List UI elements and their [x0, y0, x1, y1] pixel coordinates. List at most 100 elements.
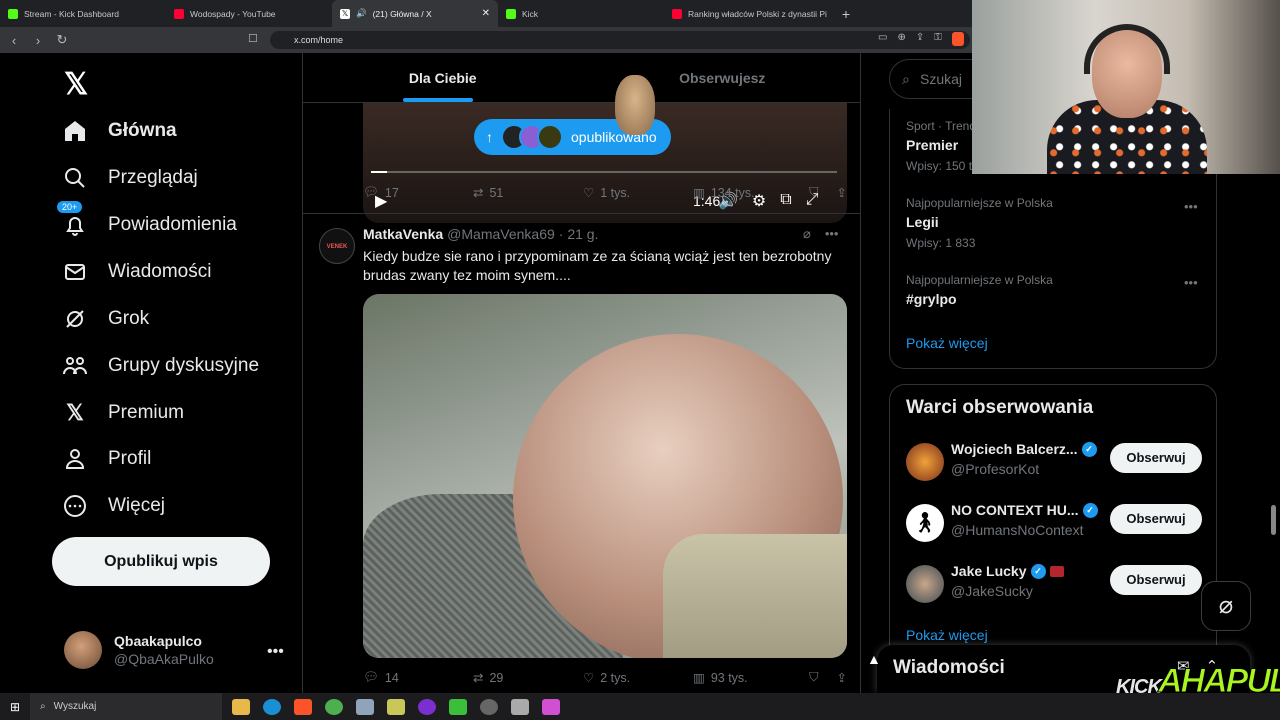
post-button[interactable]: Opublikuj wpis: [52, 537, 270, 586]
reload-icon[interactable]: ↻: [52, 32, 72, 48]
share-icon[interactable]: ⇪: [837, 185, 847, 200]
windows-start-icon[interactable]: ⊞: [0, 700, 30, 714]
app-icon[interactable]: [542, 698, 560, 715]
tweet-time[interactable]: · 21 g.: [559, 226, 599, 242]
more-dots-icon[interactable]: •••: [825, 226, 839, 242]
tweet-text: Kiedy budze sie rano i przypominam ze za…: [363, 248, 832, 283]
notification-badge: 20+: [56, 200, 84, 214]
avatar: [64, 631, 102, 669]
nav-item-more[interactable]: Więcej: [62, 486, 165, 526]
forward-icon[interactable]: ›: [28, 33, 48, 48]
heart-icon: ♡: [583, 671, 595, 685]
tab-for-you[interactable]: Dla Ciebie: [303, 53, 583, 102]
repost-button[interactable]: ⇄ 51: [473, 185, 583, 201]
settings-gear-icon[interactable]: [511, 698, 529, 715]
edge-icon[interactable]: [263, 698, 281, 715]
views-button[interactable]: ▥ 134 tys.: [693, 185, 807, 201]
share-icon[interactable]: ⇪: [916, 32, 924, 46]
like-button[interactable]: ♡ 2 tys.: [583, 670, 693, 686]
like-button[interactable]: ♡ 1 tys.: [583, 185, 693, 201]
webcam-overlay: [972, 0, 1280, 174]
chrome-icon[interactable]: [325, 698, 343, 715]
x-logo-icon[interactable]: 𝕏: [64, 67, 88, 102]
nav-item-profile[interactable]: Profil: [62, 439, 151, 479]
nav-label: Przeglądaj: [108, 167, 198, 188]
app-icon[interactable]: [356, 698, 374, 715]
tweet-actions: 💬︎ 14 ⇄ 29 ♡ 2 tys. ▥ 93 tys. ⛉ ⇪: [363, 670, 847, 685]
arrow-up-icon: ↑: [486, 129, 493, 145]
browser-tab[interactable]: Wodospady - YouTube: [166, 0, 332, 27]
trend-item[interactable]: Najpopularniejsze w Polska Legii Wpisy: …: [906, 196, 1053, 250]
close-tab-icon[interactable]: ✕: [482, 8, 490, 19]
follow-suggestion[interactable]: 🚶︎ NO CONTEXT HU... ✓ @HumansNoContext Ob…: [906, 502, 1206, 546]
avatar[interactable]: VENEK: [319, 228, 355, 264]
show-more-link[interactable]: Pokaż więcej: [906, 335, 988, 351]
views-button[interactable]: ▥ 93 tys.: [693, 670, 807, 686]
account-switcher[interactable]: Qbaakapulco @QbaAkaPulko: [64, 631, 214, 669]
url-field[interactable]: x.com/home: [270, 31, 970, 49]
browser-tab[interactable]: Ranking władców Polski z dynastii Pi: [664, 0, 834, 27]
more-dots-icon[interactable]: •••: [1184, 199, 1198, 214]
bookmark-icon[interactable]: ⛉: [809, 185, 818, 200]
repost-icon: ⇄: [473, 186, 484, 200]
brave-icon[interactable]: [294, 698, 312, 715]
suggestion-name: Jake Lucky: [951, 563, 1027, 579]
app-icon[interactable]: [480, 698, 498, 715]
reply-icon: 💬︎: [363, 185, 379, 199]
grok-icon: [62, 306, 88, 332]
follow-button[interactable]: Obserwuj: [1110, 504, 1202, 534]
suggestion-name: NO CONTEXT HU...: [951, 502, 1079, 518]
affiliate-badge-icon: [1049, 565, 1064, 577]
browser-tab[interactable]: Stream - Kick Dashboard: [0, 0, 166, 27]
tweet-author-handle[interactable]: @MamaVenka69: [447, 226, 555, 242]
chart-icon: ▥: [693, 186, 705, 200]
grok-floating-button[interactable]: ⌀: [1201, 581, 1251, 631]
video-progress-bar[interactable]: [371, 171, 837, 173]
follow-button[interactable]: Obserwuj: [1110, 443, 1202, 473]
show-more-link[interactable]: Pokaż więcej: [906, 627, 988, 643]
brave-shield-icon[interactable]: [951, 32, 964, 46]
password-icon[interactable]: ⚿: [934, 32, 942, 46]
share-icon[interactable]: ⇪: [837, 670, 847, 685]
obs-icon[interactable]: [418, 698, 436, 715]
mouse-cursor-icon: ▲: [867, 651, 881, 667]
reply-button[interactable]: 💬︎ 14: [363, 670, 473, 685]
browser-tab[interactable]: Kick: [498, 0, 664, 27]
browser-tab-active[interactable]: 𝕏 🔊 (21) Główna / X ✕: [332, 0, 498, 27]
play-app-icon[interactable]: [449, 698, 467, 715]
nav-item-home[interactable]: Główna: [62, 111, 177, 151]
taskbar-search[interactable]: ⌕ Wyszukaj: [30, 693, 222, 720]
verified-badge-icon: ✓: [1082, 502, 1098, 518]
mail-icon: [62, 259, 88, 285]
back-icon[interactable]: ‹: [4, 33, 24, 48]
more-dots-icon[interactable]: •••: [1184, 275, 1198, 290]
reply-button[interactable]: 💬︎ 17: [363, 185, 473, 200]
grok-icon[interactable]: ⌀: [803, 226, 811, 242]
tweet-author-name[interactable]: MatkaVenka: [363, 226, 443, 242]
cast-icon[interactable]: ▭: [878, 32, 887, 46]
tweet-media-image[interactable]: [363, 294, 847, 658]
app-icon[interactable]: [387, 698, 405, 715]
scrollbar[interactable]: [1271, 505, 1276, 535]
bookmark-icon[interactable]: ☐: [248, 32, 258, 45]
zoom-icon[interactable]: ⊕: [897, 32, 905, 46]
more-dots-icon[interactable]: •••: [267, 643, 284, 661]
taskbar-apps: [232, 698, 560, 715]
suggestion-handle: @HumansNoContext: [951, 522, 1084, 538]
trend-item[interactable]: Najpopularniejsze w Polska #grylpo: [906, 273, 1053, 307]
bookmark-icon[interactable]: ⛉: [809, 670, 818, 685]
nav-item-messages[interactable]: Wiadomości: [62, 252, 211, 292]
nav-item-communities[interactable]: Grupy dyskusyjne: [62, 346, 259, 386]
follow-suggestion[interactable]: Jake Lucky ✓ @JakeSucky Obserwuj: [906, 563, 1206, 607]
nav-item-grok[interactable]: Grok: [62, 299, 149, 339]
file-explorer-icon[interactable]: [232, 698, 250, 715]
nav-item-premium[interactable]: 𝕏 Premium: [62, 393, 184, 433]
new-tab-button[interactable]: +: [834, 0, 858, 27]
repost-button[interactable]: ⇄ 29: [473, 670, 583, 686]
nav-item-explore[interactable]: Przeglądaj: [62, 158, 198, 198]
follow-button[interactable]: Obserwuj: [1110, 565, 1202, 595]
follow-suggestion[interactable]: Wojciech Balcerz... ✓ @ProfesorKot Obserw…: [906, 441, 1206, 485]
profile-name: Qbaakapulco: [114, 633, 202, 649]
shirt-shape: [663, 534, 847, 658]
nav-item-notifications[interactable]: 20+ Powiadomienia: [56, 200, 237, 245]
